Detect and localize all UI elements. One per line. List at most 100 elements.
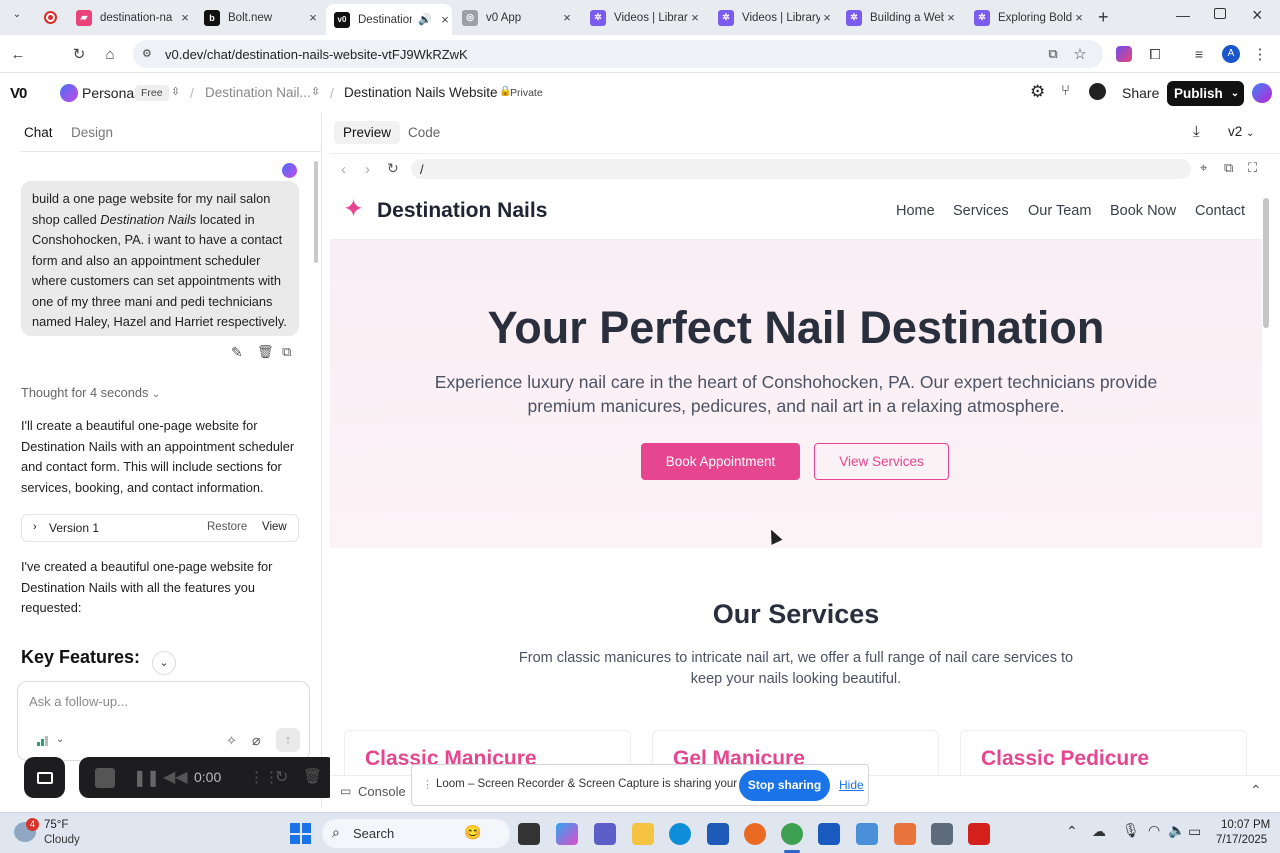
close-tab-icon[interactable]: ×: [306, 10, 320, 25]
preview-back-icon[interactable]: ‹: [341, 161, 346, 178]
store-icon[interactable]: [707, 823, 729, 845]
preview-path-input[interactable]: /: [411, 159, 1191, 179]
close-window-icon[interactable]: ×: [1252, 5, 1263, 26]
browser-tab[interactable]: ✲ Exploring Bold ×: [974, 4, 1086, 31]
close-tab-icon[interactable]: ×: [560, 10, 574, 25]
user-avatar[interactable]: [1252, 83, 1272, 103]
back-icon[interactable]: ←: [7, 43, 29, 65]
browser-tab[interactable]: ✲ Building a Web ×: [846, 4, 958, 31]
project-title[interactable]: Destination Nails Website: [344, 85, 498, 100]
stop-sharing-button[interactable]: Stop sharing: [739, 770, 830, 801]
address-bar[interactable]: ⚙ v0.dev/chat/destination-nails-website-…: [133, 40, 1103, 68]
stop-recording-icon[interactable]: [95, 768, 115, 788]
tab-code[interactable]: Code: [408, 125, 440, 140]
drag-handle-icon[interactable]: ⋮: [422, 778, 433, 791]
close-tab-icon[interactable]: ×: [178, 10, 192, 25]
browser-tab-active[interactable]: v0 Destination 🔊 ×: [326, 4, 452, 35]
extensions-icon[interactable]: ⧠: [1144, 43, 1166, 65]
maximize-icon[interactable]: [1214, 8, 1226, 19]
workspace-switch-icon[interactable]: ⇳: [171, 85, 180, 98]
copilot-extension-icon[interactable]: [1113, 43, 1135, 65]
console-label[interactable]: Console: [358, 784, 406, 799]
acrobat-icon[interactable]: [968, 823, 990, 845]
nav-services[interactable]: Services: [953, 203, 1009, 219]
fullscreen-icon[interactable]: ⛶: [1248, 160, 1257, 176]
browser-tab[interactable]: b Bolt.new ×: [204, 4, 320, 31]
office-icon[interactable]: [894, 823, 916, 845]
new-tab-icon[interactable]: +: [1098, 7, 1109, 28]
clock-time[interactable]: 10:07 PM: [1221, 819, 1270, 831]
minimize-icon[interactable]: —: [1176, 7, 1190, 23]
word-icon[interactable]: [818, 823, 840, 845]
snipping-tool-icon[interactable]: [856, 823, 878, 845]
nav-our-team[interactable]: Our Team: [1028, 203, 1091, 219]
edge-icon[interactable]: [669, 823, 691, 845]
version-card[interactable]: › Version 1 Restore View: [21, 514, 299, 542]
microphone-icon[interactable]: 🎙: [1122, 822, 1140, 839]
settings-gear-icon[interactable]: ⚙: [1030, 82, 1045, 102]
taskbar-search-box[interactable]: ⌕ Search 😊: [322, 819, 510, 848]
scroll-down-button[interactable]: ⌄: [152, 651, 176, 675]
open-new-window-icon[interactable]: ⧉: [1224, 160, 1233, 176]
workspace-name[interactable]: Personal: [82, 85, 137, 101]
tab-chat[interactable]: Chat: [24, 125, 53, 140]
teams-icon[interactable]: [594, 823, 616, 845]
close-tab-icon[interactable]: ×: [438, 12, 452, 27]
browser-tab[interactable]: ✲ Videos | Library ×: [590, 4, 706, 31]
send-button[interactable]: ↑: [276, 728, 300, 752]
scrollbar[interactable]: [314, 161, 318, 263]
hide-button[interactable]: Hide: [839, 778, 864, 792]
restore-button[interactable]: Restore: [207, 521, 247, 533]
close-tab-icon[interactable]: ×: [820, 10, 834, 25]
loom-camera-button[interactable]: [24, 757, 65, 798]
trash-icon[interactable]: 🗑: [303, 767, 322, 785]
show-hidden-icons[interactable]: ⌃: [1066, 823, 1078, 840]
version-selector[interactable]: v2 ⌄: [1228, 124, 1254, 139]
share-button[interactable]: Share: [1122, 85, 1159, 101]
view-button[interactable]: View: [262, 521, 287, 533]
github-icon[interactable]: [1089, 83, 1106, 100]
site-brand[interactable]: Destination Nails: [377, 199, 547, 223]
start-windows-icon[interactable]: [290, 823, 311, 844]
project-crumb[interactable]: Destination Nail...: [205, 85, 311, 100]
reload-icon[interactable]: ↻: [68, 43, 90, 65]
thought-toggle[interactable]: Thought for 4 seconds ⌄: [21, 385, 160, 400]
publish-button[interactable]: Publish ⌄: [1167, 81, 1244, 106]
audio-icon[interactable]: 🔊: [418, 13, 432, 26]
download-icon[interactable]: ⤓: [1193, 123, 1200, 140]
file-explorer-icon[interactable]: [632, 823, 654, 845]
preview-scrollbar[interactable]: [1263, 198, 1269, 328]
copilot-icon[interactable]: [556, 823, 578, 845]
delete-icon[interactable]: 🗑: [257, 344, 274, 360]
onedrive-icon[interactable]: ☁: [1092, 823, 1106, 840]
chrome-icon[interactable]: [781, 823, 803, 845]
battery-icon[interactable]: ▭: [1188, 823, 1201, 840]
project-switch-icon[interactable]: ⇳: [311, 85, 320, 98]
view-services-button[interactable]: View Services: [814, 443, 949, 480]
volume-icon[interactable]: 🔈: [1168, 822, 1185, 839]
chevron-down-icon[interactable]: ⌄: [56, 734, 64, 745]
tab-search-icon[interactable]: ⌄: [8, 9, 26, 27]
nav-book-now[interactable]: Book Now: [1110, 203, 1176, 219]
reading-list-icon[interactable]: ≡: [1188, 43, 1210, 65]
preview-reload-icon[interactable]: ↻: [387, 160, 399, 177]
nav-contact[interactable]: Contact: [1195, 203, 1245, 219]
browser-menu-icon[interactable]: ⋮: [1249, 43, 1271, 65]
preview-forward-icon[interactable]: ›: [365, 161, 370, 178]
clock-date[interactable]: 7/17/2025: [1216, 834, 1267, 846]
fork-icon[interactable]: ⑂: [1061, 82, 1070, 99]
browser-tab[interactable]: ▰ destination-na ×: [76, 4, 192, 31]
book-appointment-button[interactable]: Book Appointment: [641, 443, 800, 480]
expand-console-icon[interactable]: ⌃: [1250, 782, 1262, 799]
select-element-icon[interactable]: ⌖: [1200, 160, 1207, 176]
task-view-icon[interactable]: [518, 823, 540, 845]
chat-input-box[interactable]: Ask a follow-up... ⌄ ✧ ⌀ ↑: [17, 681, 310, 761]
firefox-icon[interactable]: [744, 823, 766, 845]
calculator-icon[interactable]: [931, 823, 953, 845]
browser-tab[interactable]: ✲ Videos | Library ×: [718, 4, 834, 31]
edit-icon[interactable]: ✎: [231, 344, 243, 361]
bookmark-star-icon[interactable]: ☆: [1069, 43, 1091, 65]
close-tab-icon[interactable]: ×: [688, 10, 702, 25]
sparkle-icon[interactable]: ✧: [226, 733, 237, 749]
home-icon[interactable]: ⌂: [99, 43, 121, 65]
